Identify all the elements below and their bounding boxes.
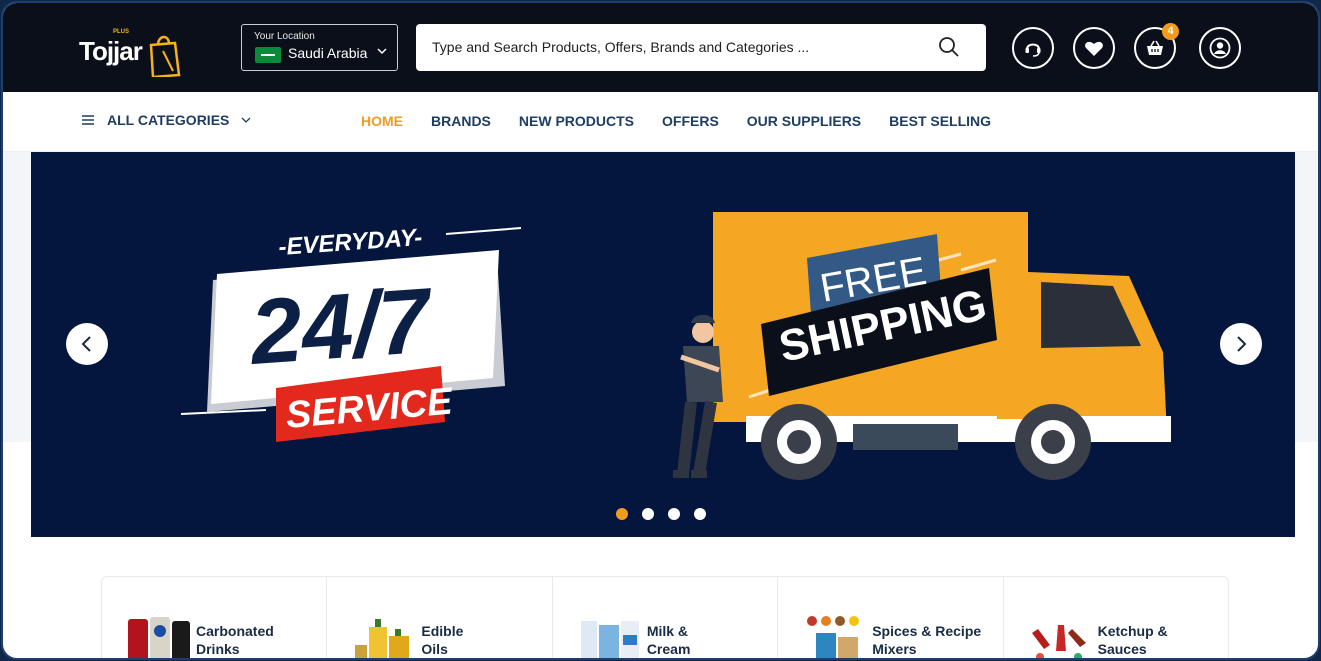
- category-label: Carbonated Drinks: [196, 623, 274, 657]
- chevron-right-icon: [1237, 336, 1247, 352]
- all-categories-menu[interactable]: ALL CATEGORIES: [81, 112, 251, 128]
- big-24-7-text: 24/7: [245, 269, 437, 384]
- chevron-left-icon: [81, 336, 91, 352]
- user-icon: [1209, 37, 1231, 59]
- chevron-down-icon: [241, 117, 251, 123]
- nav-link-best-selling[interactable]: BEST SELLING: [889, 113, 991, 129]
- carousel-dot[interactable]: [694, 508, 706, 520]
- location-label: Your Location: [254, 31, 315, 42]
- category-label: Spices & Recipe Mixers: [872, 623, 982, 657]
- carousel-dot[interactable]: [668, 508, 680, 520]
- category-card-milk-cream[interactable]: Milk & Cream: [553, 577, 779, 658]
- category-card-spices-recipe-mixers[interactable]: Spices & Recipe Mixers: [778, 577, 1004, 658]
- nav-links: HOME BRANDS NEW PRODUCTS OFFERS OUR SUPP…: [361, 113, 1019, 129]
- category-card-edible-oils[interactable]: Edible Oils: [327, 577, 553, 658]
- nav-link-brands[interactable]: BRANDS: [431, 113, 491, 129]
- search-input[interactable]: [432, 36, 932, 58]
- search-bar: [416, 24, 986, 71]
- hamburger-icon: [82, 115, 94, 125]
- hero-banner[interactable]: -EVERYDAY- 24/7 SERVICE FREE SHIPPING: [31, 152, 1295, 537]
- sauce-bottles-image: [1031, 625, 1086, 658]
- logo[interactable]: Tojjar PLUS: [79, 27, 183, 77]
- banner-artwork: -EVERYDAY- 24/7 SERVICE FREE SHIPPING: [180, 212, 1171, 480]
- top-bar: Tojjar PLUS Your Location Saudi Arabia T…: [3, 3, 1318, 92]
- saudi-flag-icon: [255, 47, 281, 63]
- search-icon[interactable]: [938, 36, 960, 58]
- carousel-dot[interactable]: [616, 508, 628, 520]
- logo-text: Tojjar: [79, 36, 143, 66]
- support-icon: [1025, 43, 1041, 57]
- spices-image: [807, 616, 860, 658]
- category-strip: Carbonated Drinks Edible Oils Milk & Cre…: [101, 576, 1229, 658]
- carousel-next-button[interactable]: [1220, 323, 1262, 365]
- support-button[interactable]: [1012, 27, 1054, 69]
- category-label: Edible Oils: [421, 623, 464, 657]
- category-label: Ketchup & Sauces: [1097, 623, 1168, 657]
- carousel-prev-button[interactable]: [66, 323, 108, 365]
- nav-link-our-suppliers[interactable]: OUR SUPPLIERS: [747, 113, 861, 129]
- soda-cans-image: [128, 617, 190, 658]
- everyday-text: -EVERYDAY-: [278, 224, 424, 261]
- category-card-carbonated-drinks[interactable]: Carbonated Drinks: [102, 577, 328, 658]
- nav-link-new-products[interactable]: NEW PRODUCTS: [519, 113, 634, 129]
- nav-link-offers[interactable]: OFFERS: [662, 113, 719, 129]
- account-button[interactable]: [1199, 27, 1241, 69]
- cart-count-badge: 4: [1162, 23, 1179, 40]
- carousel-dot[interactable]: [642, 508, 654, 520]
- dairy-products-image: [580, 621, 639, 658]
- logo-plus-text: PLUS: [113, 29, 130, 35]
- shopping-bag-icon: [149, 35, 181, 77]
- location-selector[interactable]: Your Location Saudi Arabia: [241, 24, 398, 71]
- chevron-down-icon: [377, 48, 387, 55]
- nav-link-home[interactable]: HOME: [361, 113, 403, 129]
- heart-icon: [1085, 41, 1103, 56]
- oil-bottles-image: [355, 619, 410, 658]
- carousel-indicators: [616, 508, 706, 520]
- location-value: Saudi Arabia: [288, 45, 368, 61]
- category-card-ketchup-sauces[interactable]: Ketchup & Sauces: [1004, 577, 1228, 658]
- category-label: Milk & Cream: [646, 623, 691, 657]
- wishlist-button[interactable]: [1073, 27, 1115, 69]
- main-nav: ALL CATEGORIES HOME BRANDS NEW PRODUCTS …: [3, 92, 1318, 152]
- all-categories-label: ALL CATEGORIES: [107, 112, 230, 128]
- cart-button[interactable]: 4: [1134, 23, 1179, 69]
- browser-frame: Tojjar PLUS Your Location Saudi Arabia T…: [1, 1, 1320, 660]
- cart-icon: [1147, 40, 1163, 55]
